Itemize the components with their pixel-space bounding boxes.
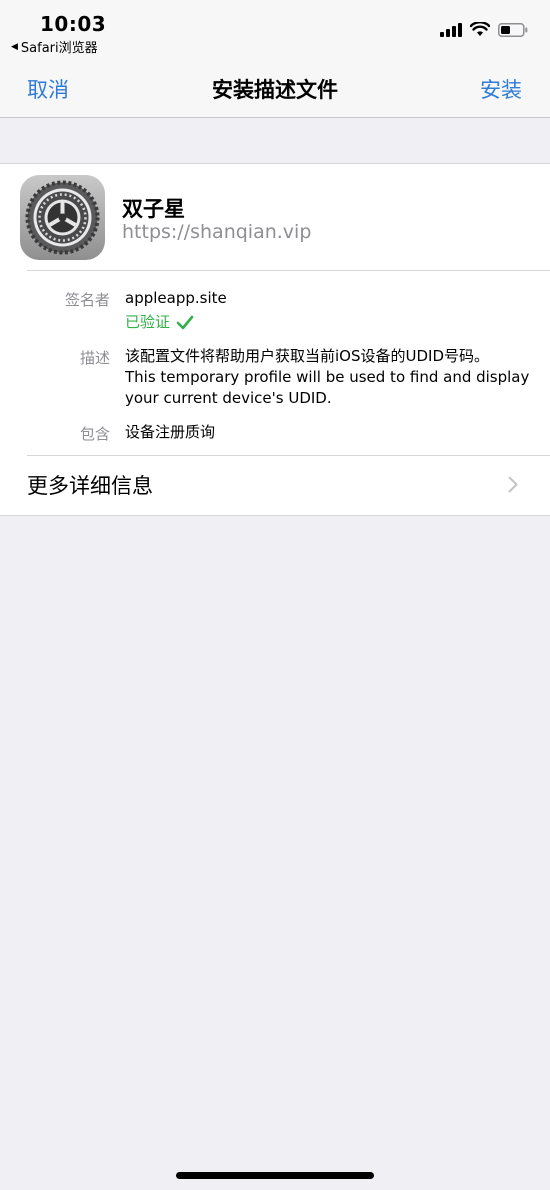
verified-text: 已验证 — [125, 313, 171, 331]
cellular-signal-icon — [440, 22, 462, 37]
profile-url: https://shanqian.vip — [122, 221, 312, 243]
profile-name: 双子星 — [122, 197, 185, 221]
back-arrow-icon: ◀ — [11, 41, 18, 52]
description-line: This temporary profile will be used to f… — [125, 368, 530, 386]
description-text: 该配置文件将帮助用户获取当前iOS设备的UDID号码。 This tempora… — [125, 346, 529, 409]
install-button[interactable]: 安装 — [480, 74, 522, 104]
settings-gear-icon — [20, 175, 105, 260]
verified-status: 已验证 — [125, 312, 194, 333]
navigation-bar: 取消 安装描述文件 安装 — [0, 58, 550, 118]
status-icons — [440, 22, 528, 37]
battery-icon — [498, 22, 528, 37]
back-to-app-link[interactable]: ◀ Safari浏览器 — [11, 37, 98, 56]
back-app-label: Safari浏览器 — [20, 41, 98, 56]
profile-card: 双子星 https://shanqian.vip 签名者 appleapp.si… — [0, 163, 550, 516]
description-line: 该配置文件将帮助用户获取当前iOS设备的UDID号码。 — [125, 347, 490, 365]
more-details-label: 更多详细信息 — [27, 474, 153, 498]
status-bar: 10:03 ◀ Safari浏览器 — [0, 0, 550, 58]
home-indicator[interactable] — [176, 1172, 374, 1179]
contains-label: 包含 — [79, 425, 110, 443]
divider — [27, 270, 550, 271]
description-label: 描述 — [79, 349, 110, 367]
more-details-row[interactable]: 更多详细信息 — [0, 456, 550, 514]
contains-value: 设备注册质询 — [125, 423, 216, 441]
description-line: your current device's UDID. — [125, 389, 332, 407]
wifi-icon — [470, 22, 490, 36]
signer-value: appleapp.site — [125, 289, 227, 307]
page-title: 安装描述文件 — [212, 78, 338, 102]
checkmark-icon — [176, 315, 194, 330]
gear-icon — [25, 180, 100, 255]
signer-label: 签名者 — [64, 291, 110, 309]
status-time: 10:03 — [40, 12, 107, 36]
chevron-right-icon — [508, 476, 518, 493]
